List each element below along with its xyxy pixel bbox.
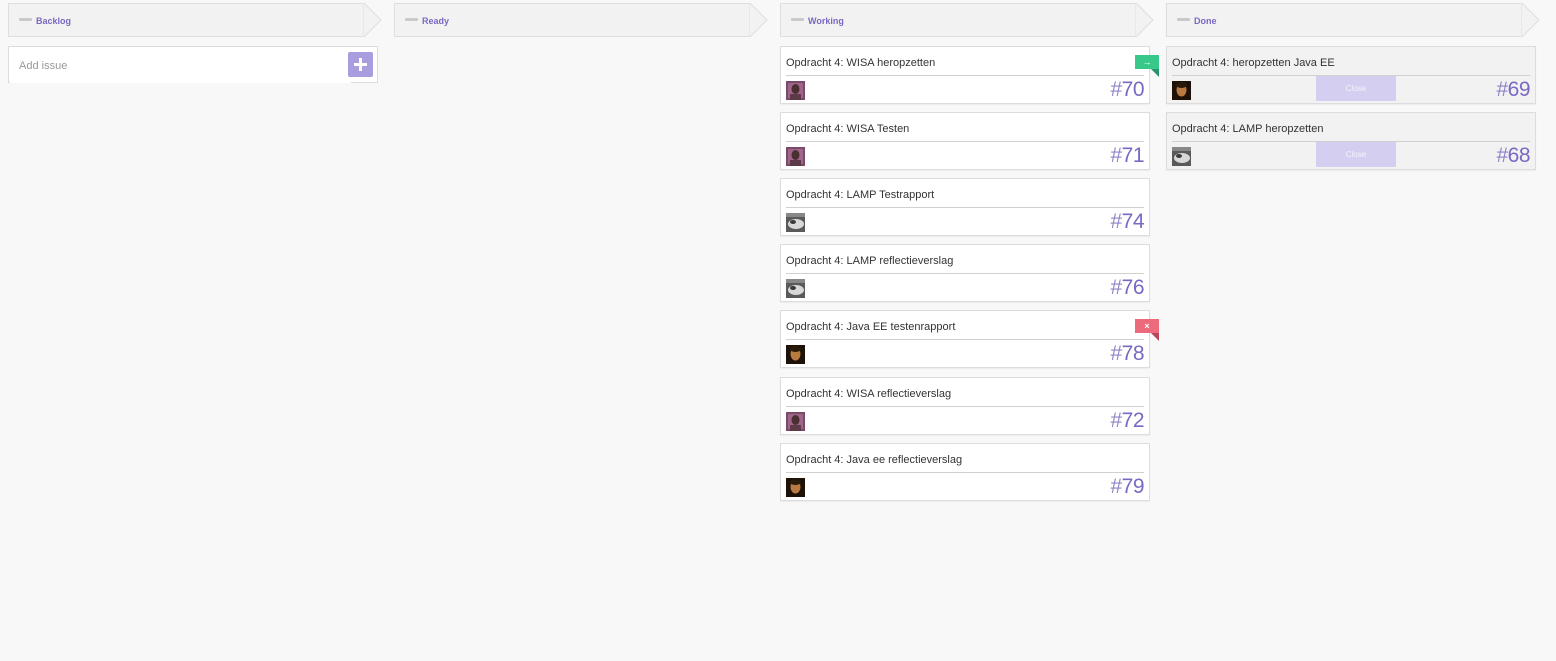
issue-number[interactable]: #78 xyxy=(1110,342,1144,366)
blocked-flag-icon[interactable]: × xyxy=(1135,319,1159,341)
divider xyxy=(786,75,1144,76)
issue-number[interactable]: #72 xyxy=(1110,409,1144,433)
assignee-avatar[interactable] xyxy=(786,213,805,232)
assignee-avatar[interactable] xyxy=(786,279,805,298)
issue-card[interactable]: Opdracht 4: WISA heropzetten #70 → xyxy=(780,46,1159,104)
add-issue-form xyxy=(8,46,378,83)
column-header-backlog: Backlog xyxy=(8,3,382,37)
divider xyxy=(786,406,1144,407)
column-header-arrow xyxy=(1521,3,1540,37)
column-title[interactable]: Backlog xyxy=(36,16,71,26)
assignee-avatar[interactable] xyxy=(786,478,805,497)
divider xyxy=(786,141,1144,142)
column-header-done: Done xyxy=(1166,3,1540,37)
collapse-icon[interactable] xyxy=(405,18,418,21)
column-title[interactable]: Ready xyxy=(422,16,449,26)
collapse-icon[interactable] xyxy=(19,18,32,21)
issue-card[interactable]: Opdracht 4: WISA Testen #71 xyxy=(780,112,1150,170)
issue-title[interactable]: Opdracht 4: LAMP reflectieverslag xyxy=(786,255,953,267)
issue-number[interactable]: #76 xyxy=(1110,276,1144,300)
divider xyxy=(786,273,1144,274)
issue-title[interactable]: Opdracht 4: WISA reflectieverslag xyxy=(786,388,951,400)
issue-title[interactable]: Opdracht 4: heropzetten Java EE xyxy=(1172,57,1335,69)
column-header-arrow xyxy=(1135,3,1154,37)
assignee-avatar[interactable] xyxy=(786,412,805,431)
issue-number[interactable]: #70 xyxy=(1110,78,1144,102)
column-header-working: Working xyxy=(780,3,1154,37)
assignee-avatar[interactable] xyxy=(786,345,805,364)
close-issue-button[interactable]: Close xyxy=(1316,142,1396,167)
issue-title[interactable]: Opdracht 4: Java ee reflectieverslag xyxy=(786,454,962,466)
issue-title[interactable]: Opdracht 4: WISA heropzetten xyxy=(786,57,935,69)
issue-title[interactable]: Opdracht 4: Java EE testenrapport xyxy=(786,321,955,333)
column-title[interactable]: Working xyxy=(808,16,844,26)
assignee-avatar[interactable] xyxy=(786,147,805,166)
column-ready: Ready xyxy=(394,3,768,37)
column-working: Working Opdracht 4: WISA heropzetten #70… xyxy=(780,3,1159,501)
divider xyxy=(786,472,1144,473)
assignee-avatar[interactable] xyxy=(1172,81,1191,100)
move-right-flag-icon[interactable]: → xyxy=(1135,55,1159,77)
assignee-avatar[interactable] xyxy=(1172,147,1191,166)
issue-card[interactable]: Opdracht 4: WISA reflectieverslag #72 xyxy=(780,377,1150,435)
issue-number[interactable]: #68 xyxy=(1496,144,1530,168)
issue-card[interactable]: Opdracht 4: LAMP reflectieverslag #76 xyxy=(780,244,1150,302)
column-done: Done Opdracht 4: heropzetten Java EE Clo… xyxy=(1166,3,1540,170)
add-issue-input[interactable] xyxy=(10,48,351,83)
issue-card[interactable]: Opdracht 4: Java ee reflectieverslag #79 xyxy=(780,443,1150,501)
add-issue-button[interactable] xyxy=(348,52,373,77)
issue-title[interactable]: Opdracht 4: LAMP heropzetten xyxy=(1172,123,1323,135)
close-issue-button[interactable]: Close xyxy=(1316,76,1396,101)
issue-card[interactable]: Opdracht 4: LAMP heropzetten Close #68 xyxy=(1166,112,1536,170)
issue-number[interactable]: #79 xyxy=(1110,475,1144,499)
divider xyxy=(786,339,1144,340)
column-title[interactable]: Done xyxy=(1194,16,1217,26)
issue-number[interactable]: #69 xyxy=(1496,78,1530,102)
column-header-ready: Ready xyxy=(394,3,768,37)
collapse-icon[interactable] xyxy=(1177,18,1190,21)
issue-title[interactable]: Opdracht 4: LAMP Testrapport xyxy=(786,189,934,201)
column-backlog: Backlog xyxy=(8,3,382,83)
issue-title[interactable]: Opdracht 4: WISA Testen xyxy=(786,123,909,135)
column-header-arrow xyxy=(363,3,382,37)
column-header-arrow xyxy=(749,3,768,37)
collapse-icon[interactable] xyxy=(791,18,804,21)
issue-number[interactable]: #74 xyxy=(1110,210,1144,234)
divider xyxy=(786,207,1144,208)
issue-card[interactable]: Opdracht 4: LAMP Testrapport #74 xyxy=(780,178,1150,236)
assignee-avatar[interactable] xyxy=(786,81,805,100)
issue-card[interactable]: Opdracht 4: Java EE testenrapport #78 × xyxy=(780,310,1159,368)
issue-card[interactable]: Opdracht 4: heropzetten Java EE Close #6… xyxy=(1166,46,1536,104)
issue-number[interactable]: #71 xyxy=(1110,144,1144,168)
